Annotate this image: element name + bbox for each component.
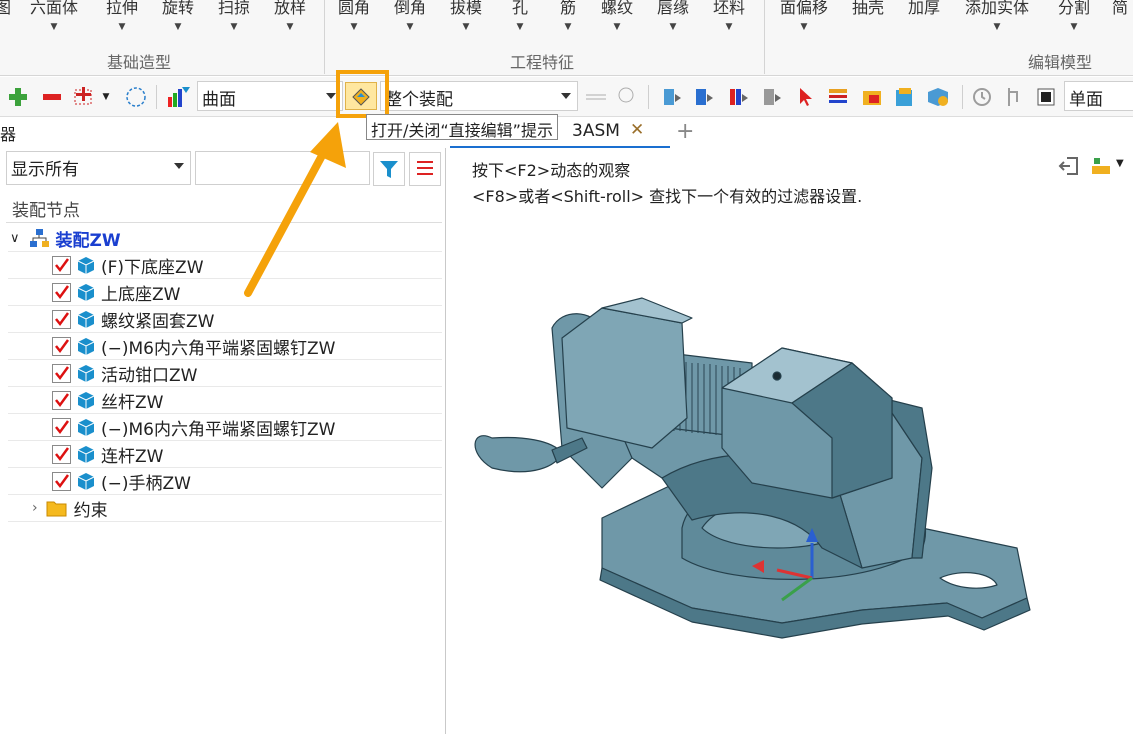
annotation-arrow [244,122,346,297]
